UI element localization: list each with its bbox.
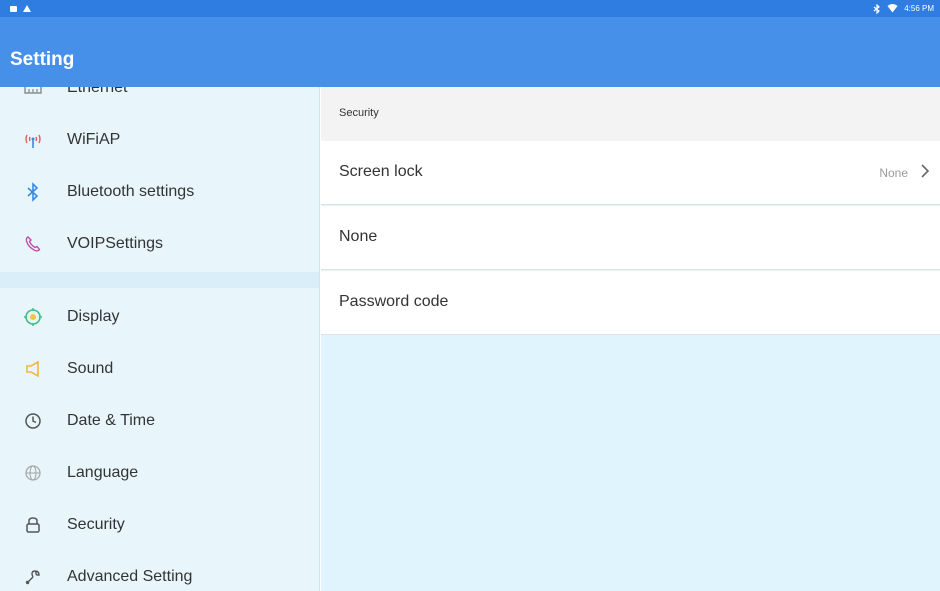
warning-triangle-icon bbox=[23, 5, 31, 12]
sidebar-item-ethernet[interactable]: Ethernet bbox=[0, 87, 319, 113]
section-title: Security bbox=[339, 107, 379, 119]
sidebar-item-advanced[interactable]: Advanced Setting bbox=[0, 552, 319, 591]
row-label: Screen lock bbox=[339, 163, 423, 180]
chevron-right-icon bbox=[921, 164, 930, 178]
sidebar-item-voip[interactable]: VOIPSettings bbox=[0, 219, 319, 269]
status-time: 4:56 PM bbox=[904, 4, 934, 13]
clock-icon bbox=[22, 410, 44, 432]
status-bar: 4:56 PM bbox=[0, 0, 940, 17]
sidebar-item-label: Display bbox=[67, 308, 120, 325]
sidebar-item-label: Ethernet bbox=[67, 87, 128, 96]
app-bar: Setting bbox=[0, 17, 940, 87]
row-value: None bbox=[879, 166, 908, 180]
sidebar-item-display[interactable]: Display bbox=[0, 292, 319, 342]
status-left-icons bbox=[10, 5, 31, 12]
sidebar-divider bbox=[0, 272, 319, 288]
wifi-ap-icon bbox=[22, 129, 44, 151]
sidebar-item-label: Advanced Setting bbox=[67, 568, 193, 585]
status-right-icons: 4:56 PM bbox=[873, 3, 934, 14]
sidebar-item-label: Language bbox=[67, 464, 139, 481]
screen-lock-row[interactable]: Screen lock None bbox=[321, 141, 940, 205]
sidebar-item-label: WiFiAP bbox=[67, 131, 121, 148]
row-label: Password code bbox=[339, 293, 449, 310]
sidebar-item-label: Security bbox=[67, 516, 125, 533]
password-code-row[interactable]: Password code bbox=[321, 271, 940, 335]
globe-icon bbox=[22, 462, 44, 484]
sound-icon bbox=[22, 358, 44, 380]
none-option-row[interactable]: None bbox=[321, 206, 940, 270]
lock-icon bbox=[22, 514, 44, 536]
display-icon bbox=[22, 306, 44, 328]
page-title: Setting bbox=[10, 49, 75, 70]
sidebar-item-label: Bluetooth settings bbox=[67, 183, 195, 200]
wifi-icon bbox=[887, 4, 898, 13]
phone-icon bbox=[22, 233, 44, 255]
sidebar[interactable]: Ethernet WiFiAP Bluetooth settings VOIPS… bbox=[0, 87, 320, 591]
sidebar-item-date-time[interactable]: Date & Time bbox=[0, 396, 319, 446]
sidebar-item-wifiap[interactable]: WiFiAP bbox=[0, 115, 319, 165]
bluetooth-icon bbox=[873, 3, 881, 14]
sidebar-item-security[interactable]: Security bbox=[0, 500, 319, 550]
bluetooth-icon bbox=[22, 181, 44, 203]
sidebar-item-label: Date & Time bbox=[67, 412, 156, 429]
sidebar-item-sound[interactable]: Sound bbox=[0, 344, 319, 394]
sidebar-item-label: Sound bbox=[67, 360, 114, 377]
sidebar-item-label: VOIPSettings bbox=[67, 235, 164, 252]
row-label: None bbox=[339, 228, 378, 245]
sidebar-item-bluetooth[interactable]: Bluetooth settings bbox=[0, 167, 319, 217]
section-header: Security bbox=[321, 87, 940, 141]
ethernet-icon bbox=[22, 87, 44, 99]
notification-box-icon bbox=[10, 5, 17, 12]
sidebar-item-language[interactable]: Language bbox=[0, 448, 319, 498]
wrench-icon bbox=[22, 566, 44, 588]
content-panel: Security Screen lock None None Password … bbox=[321, 87, 940, 591]
